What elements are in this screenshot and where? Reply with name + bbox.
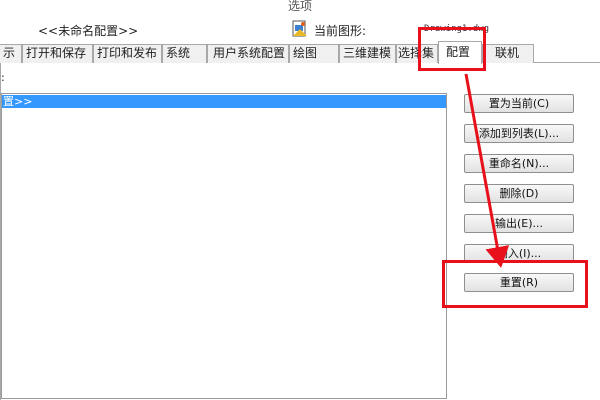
tab-open-save[interactable]: 打开和保存 (22, 44, 93, 63)
set-current-button[interactable]: 置为当前(C) (464, 94, 574, 113)
tab-display[interactable]: 示 (0, 44, 22, 63)
tab-system[interactable]: 系统 (162, 44, 207, 63)
list-item[interactable]: 置>> (2, 95, 446, 108)
title-bar: 选项 (0, 0, 600, 16)
add-to-list-button[interactable]: 添加到列表(L)... (464, 124, 574, 143)
export-button[interactable]: 输出(E)... (464, 214, 574, 233)
tab-user-preferences[interactable]: 用户系统配置 (207, 44, 289, 63)
window-title: 选项 (287, 0, 312, 13)
current-drawing-label: 当前图形: (314, 24, 367, 38)
reset-button-highlight-box (442, 260, 588, 308)
profiles-list[interactable]: 置>> (1, 93, 447, 399)
delete-button[interactable]: 删除(D) (464, 184, 574, 203)
tab-profiles[interactable]: 配置 (438, 41, 482, 64)
tab-plot-publish[interactable]: 打印和发布 (93, 44, 162, 63)
available-profiles-label: : (1, 71, 5, 84)
drawing-file-icon (292, 20, 307, 37)
tab-drafting[interactable]: 绘图 (289, 44, 339, 63)
tab-bar: 示 打开和保存 打印和发布 系统 用户系统配置 绘图 三维建模 选择集 配置 联… (0, 41, 600, 64)
tab-online[interactable]: 联机 (482, 44, 534, 63)
rename-button[interactable]: 重命名(N)... (464, 154, 574, 173)
tab-3d-modeling[interactable]: 三维建模 (339, 44, 396, 63)
current-profile-name: <<未命名配置>> (38, 24, 139, 38)
